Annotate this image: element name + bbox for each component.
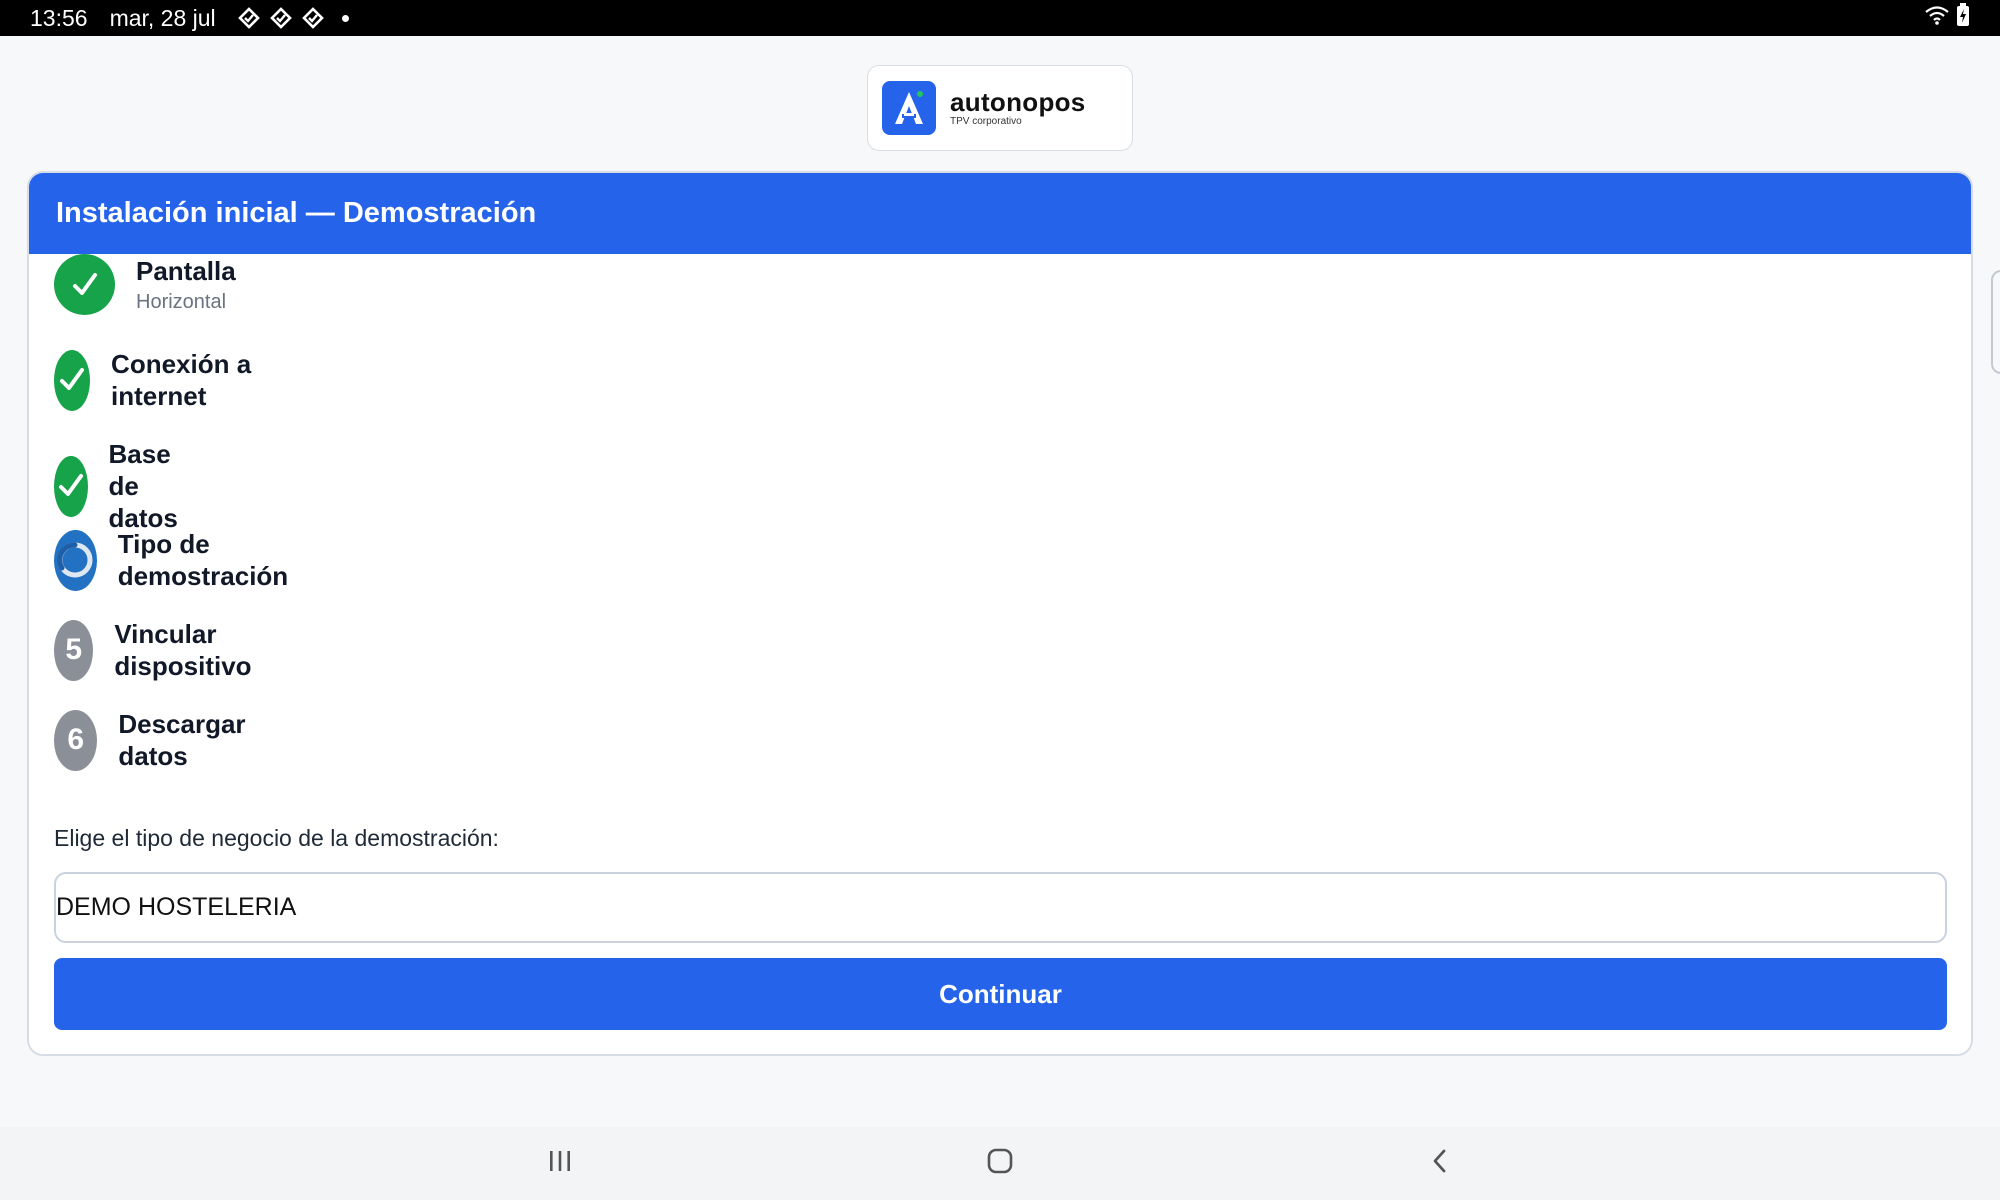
step-conexion: Conexión a internet: [54, 348, 254, 412]
check-icon: [54, 254, 115, 315]
step-number-badge: 5: [54, 619, 94, 681]
brand-subtitle: TPV corporativo: [950, 116, 1022, 127]
step-pantalla: Pantalla Horizontal: [54, 254, 236, 315]
check-icon: [54, 455, 88, 517]
status-date: mar, 28 jul: [109, 4, 216, 31]
page-title: Instalación inicial — Demostración: [56, 197, 537, 229]
step-vincular-dispositivo: 5 Vincular dispositivo: [54, 618, 273, 682]
home-button[interactable]: [960, 1127, 1040, 1200]
business-type-prompt: Elige el tipo de negocio de la demostrac…: [54, 825, 499, 851]
spinner-icon: [54, 529, 97, 591]
step-label: Base de datos: [108, 439, 178, 533]
wifi-icon: [1924, 4, 1950, 32]
check-icon: [54, 349, 91, 411]
continue-button[interactable]: Continuar: [54, 958, 1947, 1030]
step-label: Tipo de demostración: [117, 529, 289, 591]
status-bar: 13:56 mar, 28 jul: [0, 0, 2000, 36]
step-label: Conexión a internet: [111, 349, 252, 411]
step-sublabel: Horizontal: [136, 290, 227, 313]
step-label: Vincular dispositivo: [114, 619, 252, 681]
setup-card: Instalación inicial — Demostración Panta…: [27, 171, 1973, 1056]
edge-panel-handle[interactable]: [1991, 270, 2000, 374]
recent-apps-button[interactable]: [520, 1127, 600, 1200]
brand-name: autonopos: [950, 87, 1086, 117]
status-time: 13:56: [30, 4, 88, 31]
step-label: Descargar datos: [118, 709, 246, 771]
step-tipo-demostracion: Tipo de demostración: [54, 528, 306, 592]
step-base-datos: Base de datos: [54, 438, 205, 534]
business-type-select[interactable]: DEMO HOSTELERIA: [54, 872, 1947, 943]
more-notifications-dot: [341, 14, 349, 22]
back-button[interactable]: [1400, 1127, 1480, 1200]
home-icon: [986, 1147, 1014, 1180]
recent-apps-icon: [546, 1149, 574, 1178]
app-notification-icon: [300, 5, 326, 31]
selected-business-type: DEMO HOSTELERIA: [56, 893, 297, 921]
logo-mark-icon: [882, 81, 936, 135]
card-header: Instalación inicial — Demostración: [29, 173, 1971, 254]
step-descargar-datos: 6 Descargar datos: [54, 708, 263, 772]
battery-icon: [1956, 3, 1970, 33]
brand-logo: autonopos TPV corporativo: [867, 65, 1133, 151]
back-icon: [1430, 1147, 1450, 1180]
step-number-badge: 6: [54, 709, 98, 771]
app-notification-icon: [268, 5, 294, 31]
app-notification-icon: [236, 5, 262, 31]
continue-button-label: Continuar: [939, 978, 1062, 1009]
step-label: Pantalla: [136, 255, 236, 286]
navigation-bar: [0, 1127, 2000, 1200]
